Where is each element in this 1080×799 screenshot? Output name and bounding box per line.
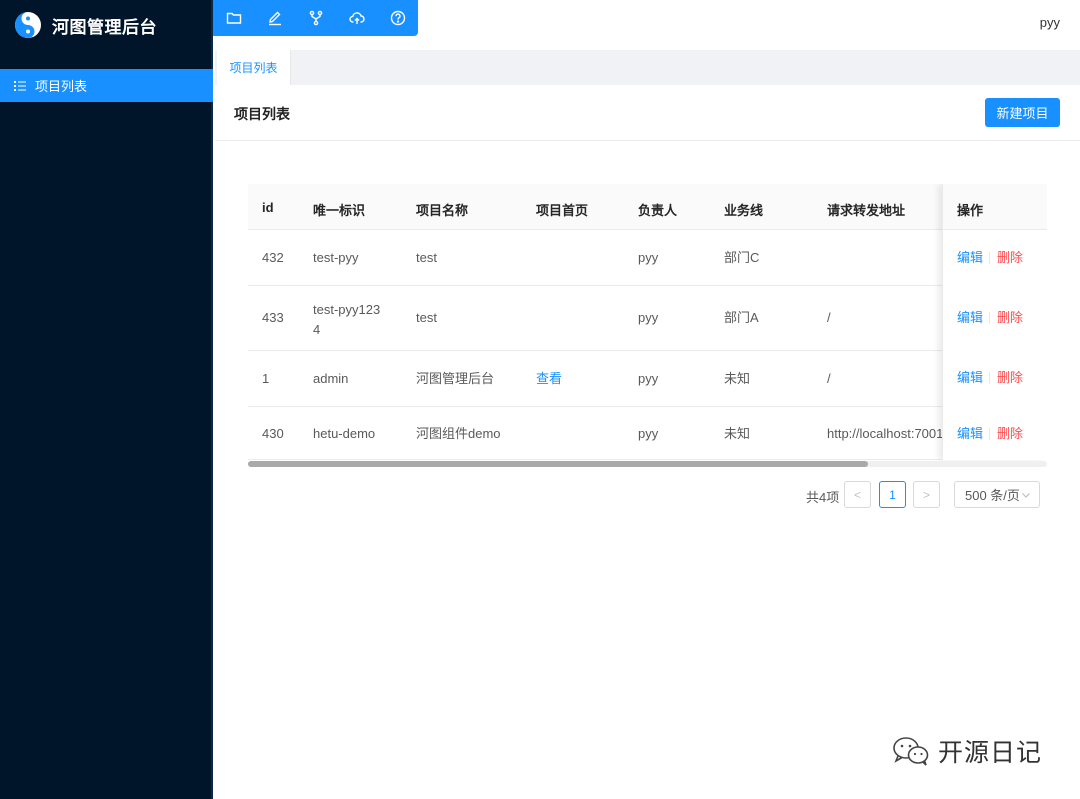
table-row: 433 test-pyy1234 test pyy 部门A / [248,286,1047,351]
cell-proxy: http://localhost:7001 [827,426,944,441]
cell-key: hetu-demo [313,426,376,441]
table-horizontal-scrollbar[interactable] [248,461,1047,467]
cell-proxy: / [827,310,831,325]
column-header-name[interactable]: 项目名称 [416,200,468,219]
edit-button[interactable]: 编辑 [957,248,983,268]
column-header-home[interactable]: 项目首页 [536,200,588,219]
cell-line: 未知 [724,371,751,386]
cell-name: test [416,250,437,265]
cell-id: 433 [262,310,284,325]
app-logo[interactable]: 河图管理后台 [0,0,213,50]
cell-id: 1 [262,371,270,386]
sidebar-item-label: 项目列表 [35,79,88,94]
branch-icon[interactable] [308,10,324,26]
table-header: id 唯一标识 项目名称 项目首页 负责人 业务线 请求转发地址 [248,184,1047,230]
cell-owner: pyy [638,250,659,265]
actions-header-cell: 操作 [943,184,1047,230]
action-divider [989,428,990,440]
column-header-actions: 操作 [957,203,984,218]
action-divider [989,252,990,264]
edit-icon[interactable] [267,10,283,26]
actions-column: 操作 编辑 删除 编辑 删除 编辑 删除 编辑 删除 [942,184,1047,460]
new-project-button[interactable]: 新建项目 [985,98,1060,127]
cell-name: 河图组件demo [416,426,501,441]
folder-icon[interactable] [226,10,242,26]
page-size-select[interactable]: 500 条/页 [954,481,1040,508]
column-header-id[interactable]: id [262,200,274,215]
cell-proxy: / [827,371,831,386]
delete-button[interactable]: 删除 [997,248,1023,268]
page-header: 项目列表 新建项目 [215,85,1080,141]
page-1-button[interactable]: 1 [879,481,906,508]
cell-line: 部门C [724,250,760,265]
chevron-down-icon [1022,493,1030,498]
delete-button[interactable]: 删除 [997,308,1023,328]
cell-owner: pyy [638,310,659,325]
column-header-owner[interactable]: 负责人 [638,200,677,219]
sidebar-item-project-list[interactable]: 项目列表 [0,69,213,102]
column-header-proxy[interactable]: 请求转发地址 [827,200,905,219]
prev-page-button[interactable]: < [844,481,871,508]
help-icon[interactable] [390,10,406,26]
tab-bar: 项目列表 [215,50,1080,85]
edit-button[interactable]: 编辑 [957,368,983,388]
next-page-button[interactable]: > [913,481,940,508]
sidebar: 河图管理后台 项目列表 [0,0,213,799]
cell-id: 432 [262,250,284,265]
cloud-upload-icon[interactable] [349,10,365,26]
top-toolbar [213,0,418,36]
page-title: 项目列表 [234,106,290,122]
cell-owner: pyy [638,371,659,386]
project-table: id 唯一标识 项目名称 项目首页 负责人 业务线 请求转发地址 432 tes… [248,184,1047,464]
cell-line: 部门A [724,310,759,325]
scrollbar-thumb[interactable] [248,461,868,467]
cell-name: 河图管理后台 [416,371,495,386]
column-header-line[interactable]: 业务线 [724,200,763,219]
list-icon [14,80,26,91]
table-row: 430 hetu-demo 河图组件demo pyy 未知 http://loc… [248,407,1047,460]
edit-button[interactable]: 编辑 [957,424,983,444]
watermark-text: 开源日记 [938,738,1043,767]
page-size-value: 500 条/页 [965,488,1020,503]
cell-line: 未知 [724,426,751,441]
action-divider [989,372,990,384]
cell-key: test-pyy [313,250,359,265]
yin-yang-logo-icon [15,12,41,38]
view-home-link[interactable]: 查看 [536,369,562,389]
user-menu[interactable]: pyy [1040,15,1060,30]
tab-project-list[interactable]: 项目列表 [217,50,291,85]
watermark: 开源日记 [892,733,1042,769]
app-title: 河图管理后台 [52,17,157,37]
column-header-key[interactable]: 唯一标识 [313,200,365,219]
cell-id: 430 [262,426,284,441]
edit-button[interactable]: 编辑 [957,308,983,328]
table-row: 1 admin 河图管理后台 查看 pyy 未知 / [248,351,1047,407]
wechat-icon [893,737,929,766]
cell-key: test-pyy1234 [313,302,381,337]
action-divider [989,312,990,324]
cell-name: test [416,310,437,325]
pagination-total: 共4项 [806,490,840,505]
cell-key: admin [313,371,349,386]
table-row: 432 test-pyy test pyy 部门C [248,230,1047,286]
cell-owner: pyy [638,426,659,441]
delete-button[interactable]: 删除 [997,424,1023,444]
delete-button[interactable]: 删除 [997,368,1023,388]
